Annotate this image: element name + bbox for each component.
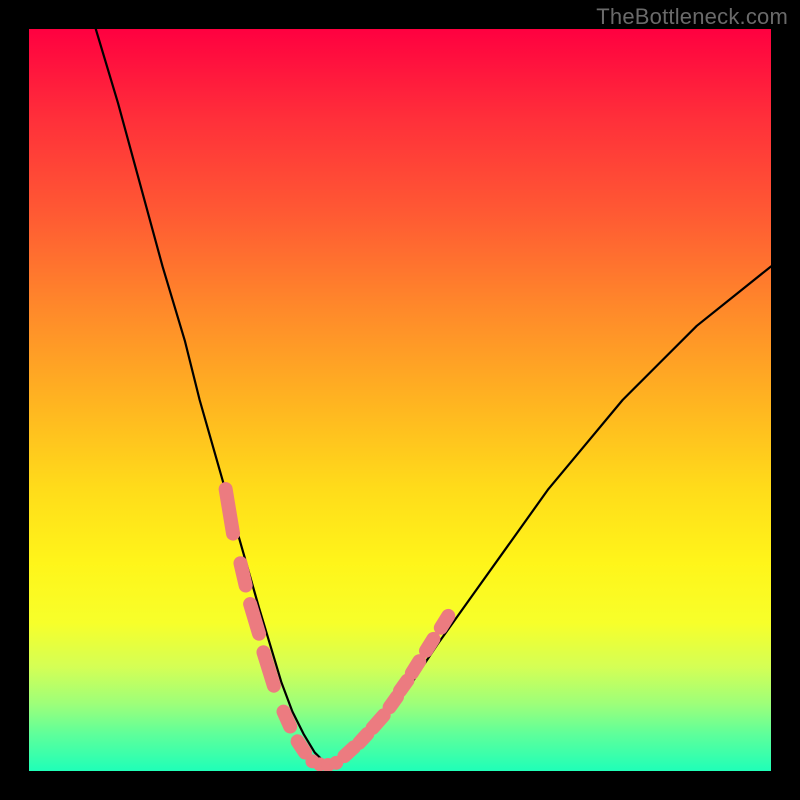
marker-overlay: [226, 489, 449, 771]
bottleneck-curve: [96, 29, 771, 764]
plot-area: [29, 29, 771, 771]
chart-svg: [29, 29, 771, 771]
chart-frame: TheBottleneck.com: [0, 0, 800, 800]
watermark-text: TheBottleneck.com: [596, 4, 788, 30]
